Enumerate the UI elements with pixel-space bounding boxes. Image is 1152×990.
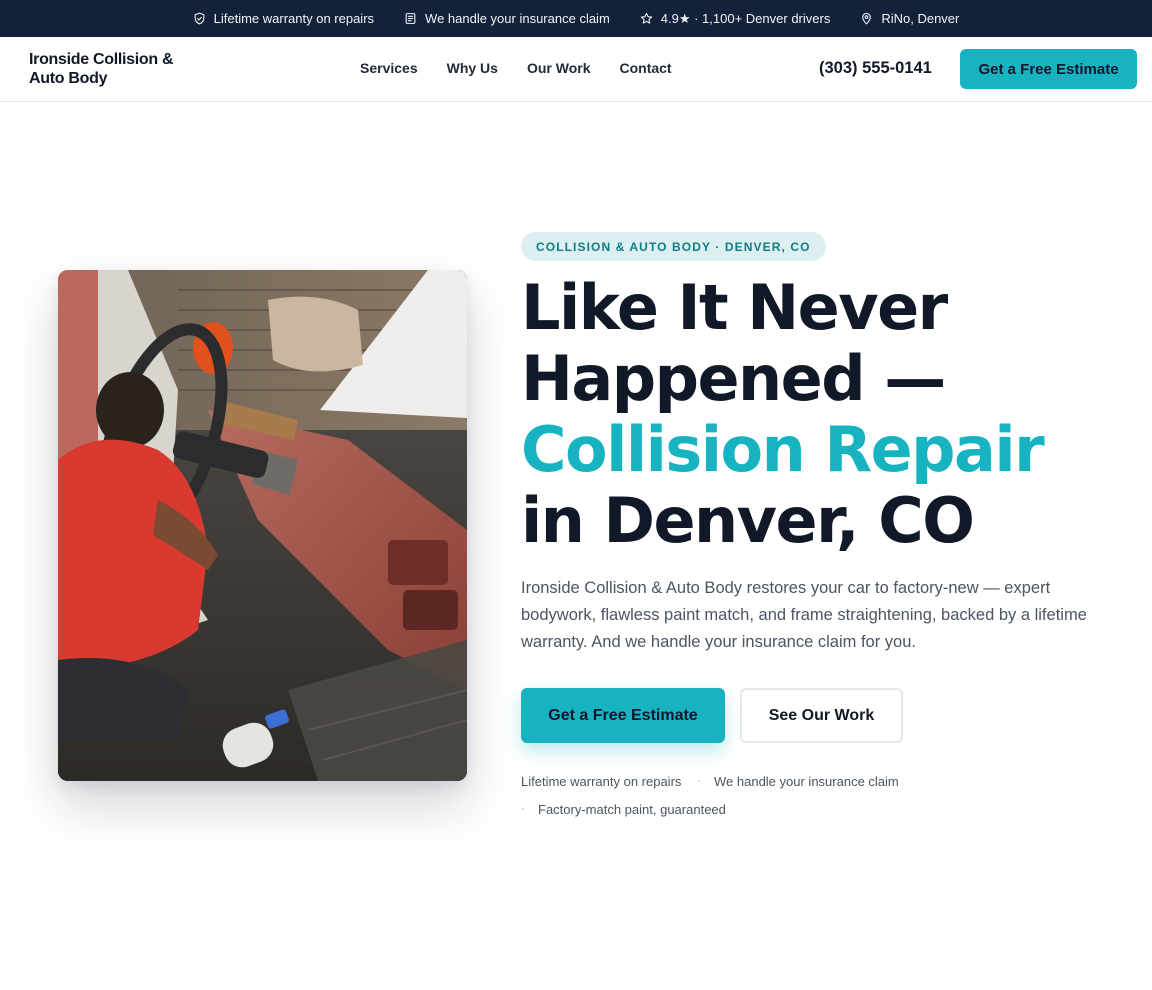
- trust-point-warranty: Lifetime warranty on repairs: [521, 774, 682, 789]
- hero-headline: Like It Never Happened — Collision Repai…: [521, 272, 1141, 556]
- site-logo[interactable]: Ironside Collision & Auto Body: [29, 50, 204, 88]
- announcement-bar: Lifetime warranty on repairs We handle y…: [0, 0, 1152, 37]
- shield-icon: [194, 12, 204, 25]
- header-estimate-button[interactable]: Get a Free Estimate: [960, 49, 1137, 89]
- nav-link-why-us[interactable]: Why Us: [447, 60, 498, 76]
- topbar-item-rating: 4.9★ · 1,100+ Denver drivers: [640, 10, 831, 27]
- topbar-item-label: RiNo, Denver: [881, 11, 960, 26]
- trust-point-paint: Factory-match paint, guaranteed: [538, 802, 726, 817]
- headline-line: Happened —: [521, 342, 946, 415]
- headline-line: in Denver, CO: [521, 484, 975, 557]
- star-icon: [640, 12, 652, 24]
- headline-line: Like It Never: [521, 271, 948, 344]
- hero-eyebrow-badge: COLLISION & AUTO BODY · DENVER, CO: [521, 232, 826, 261]
- phone-link[interactable]: (303) 555-0141: [819, 59, 932, 78]
- nav-link-contact[interactable]: Contact: [619, 60, 671, 76]
- clipboard-icon: [405, 13, 416, 24]
- nav-link-services[interactable]: Services: [360, 60, 418, 76]
- hero-photo: [58, 270, 467, 781]
- hero-description: Ironside Collision & Auto Body restores …: [521, 579, 1087, 651]
- nav-link-our-work[interactable]: Our Work: [527, 60, 591, 76]
- topbar-item-label: Lifetime warranty on repairs: [213, 11, 375, 26]
- see-our-work-button[interactable]: See Our Work: [740, 688, 903, 743]
- hero-estimate-button[interactable]: Get a Free Estimate: [521, 688, 725, 743]
- topbar-item-label: We handle your insurance claim: [425, 11, 610, 26]
- trust-separator: ·: [697, 773, 701, 787]
- main-nav: Services Why Us Our Work Contact: [360, 60, 672, 76]
- mechanic-repairing-dashboard-image: [58, 270, 467, 781]
- topbar-item-insurance: We handle your insurance claim: [404, 11, 610, 26]
- trust-separator: ·: [521, 801, 525, 815]
- topbar-item-warranty: Lifetime warranty on repairs: [193, 11, 374, 26]
- topbar-item-location: RiNo, Denver: [860, 11, 959, 26]
- headline-accent: Collision Repair: [521, 413, 1045, 486]
- topbar-item-label: 4.9★ · 1,100+ Denver drivers: [660, 10, 831, 26]
- map-pin-icon: [862, 12, 872, 25]
- site-header: Ironside Collision & Auto Body Services …: [0, 37, 1152, 102]
- trust-point-insurance: We handle your insurance claim: [714, 774, 899, 789]
